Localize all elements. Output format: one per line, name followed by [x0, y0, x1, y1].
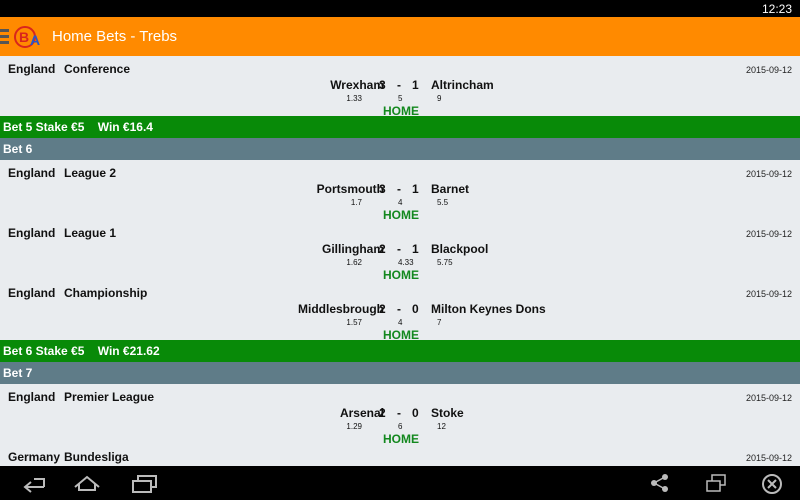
match-row[interactable]: GermanyBundesliga2015-09-12Bayern Munich…	[0, 444, 800, 466]
draw-odds: 4	[398, 318, 403, 327]
app-title: Home Bets - Trebs	[52, 28, 178, 45]
recent-apps-icon[interactable]	[130, 473, 160, 495]
match-result: HOME	[383, 328, 419, 342]
home-icon[interactable]	[72, 473, 102, 493]
match-country: England	[8, 390, 56, 404]
back-icon[interactable]	[20, 473, 48, 493]
draw-odds: 4	[398, 198, 403, 207]
match-date: 2015-09-12	[745, 289, 792, 299]
match-row[interactable]: England Conference 2015-09-12 Wrexham 3-1 Alt…	[0, 56, 800, 118]
home-team: Portsmouth	[316, 182, 384, 196]
match-date: 2015-09-12	[745, 393, 792, 403]
draw-odds: 6	[398, 422, 403, 431]
match-date: 2015-09-12	[745, 169, 792, 179]
match-country: England	[8, 166, 56, 180]
away-score: 1	[412, 242, 419, 256]
svg-text:B: B	[19, 29, 29, 45]
away-team: Altrincham	[431, 78, 494, 92]
home-team: Middlesbrough	[298, 302, 384, 316]
match-country: England	[8, 226, 56, 240]
away-score: 0	[412, 302, 419, 316]
stake-summary: Bet 6 Stake €5 Win €21.62	[0, 340, 800, 362]
match-country: Germany	[8, 450, 61, 464]
match-country: England	[8, 62, 56, 76]
match-row[interactable]: England Championship 2015-09-12 Middlesbrou…	[0, 280, 800, 342]
match-league: Bundesliga	[64, 450, 129, 464]
navigation-bar	[0, 466, 800, 500]
away-odds: 5.5	[437, 198, 449, 207]
match-country: England	[8, 286, 56, 300]
home-team: Wrexham	[330, 78, 384, 92]
home-odds: 1.7	[350, 198, 362, 207]
match-row[interactable]: England League 1 2015-09-12 Gillingham 2-1 Bl…	[0, 220, 800, 282]
home-odds: 1.62	[346, 258, 362, 267]
away-score: 1	[412, 182, 419, 196]
home-score: 2	[379, 242, 386, 256]
score-separator: -	[397, 406, 401, 420]
home-odds: 1.29	[346, 422, 362, 431]
home-score: 2	[379, 406, 386, 420]
status-time: 12:23	[761, 2, 792, 16]
draw-odds: 5	[398, 94, 403, 103]
share-icon[interactable]	[650, 473, 670, 493]
home-team: Gillingham	[321, 242, 384, 256]
match-date: 2015-09-12	[745, 229, 792, 239]
home-score: 3	[379, 78, 386, 92]
draw-odds: 4.33	[398, 258, 414, 267]
stake-summary: Bet 5 Stake €5 Win €16.4	[0, 116, 800, 138]
away-odds: 9	[437, 94, 442, 103]
svg-text:A: A	[30, 32, 40, 48]
match-result: HOME	[383, 104, 419, 118]
away-odds: 7	[437, 318, 442, 327]
away-score: 0	[412, 406, 419, 420]
match-league: Premier League	[64, 390, 155, 404]
match-league: Conference	[64, 62, 131, 76]
bet-header: Bet 6	[0, 138, 800, 160]
away-team: Blackpool	[431, 242, 489, 256]
ba-logo-icon[interactable]: B A	[14, 22, 44, 52]
match-row[interactable]: England League 2 2015-09-12 Portsmouth 3-1 Ba…	[0, 160, 800, 222]
away-team: Milton Keynes Dons	[431, 302, 546, 316]
bet-header: Bet 7	[0, 362, 800, 384]
home-score: 3	[379, 182, 386, 196]
app-bar: B A Home Bets - Trebs	[0, 17, 800, 56]
match-league: League 1	[64, 226, 117, 240]
home-team: Arsenal	[339, 406, 384, 420]
score-separator: -	[397, 242, 401, 256]
close-circle-icon[interactable]	[761, 473, 783, 495]
match-league: League 2	[64, 166, 117, 180]
match-date: 2015-09-12	[745, 65, 792, 75]
home-odds: 1.57	[346, 318, 362, 327]
away-team: Barnet	[431, 182, 470, 196]
hamburger-icon[interactable]	[0, 29, 10, 45]
score-separator: -	[397, 182, 401, 196]
away-team: Stoke	[431, 406, 464, 420]
away-score: 1	[412, 78, 419, 92]
score-separator: -	[397, 78, 401, 92]
home-odds: 1.33	[346, 94, 362, 103]
match-league: Championship	[64, 286, 148, 300]
home-score: 2	[379, 302, 386, 316]
away-odds: 5.75	[437, 258, 453, 267]
status-bar: 12:23	[0, 0, 800, 17]
match-row[interactable]: England Premier League 2015-09-12 Arsenal 2-…	[0, 384, 800, 446]
away-odds: 12	[437, 422, 446, 431]
bets-list[interactable]: England Conference 2015-09-12 Wrexham 3-1 Alt…	[0, 56, 800, 466]
score-separator: -	[397, 302, 401, 316]
window-switch-icon[interactable]	[704, 473, 728, 493]
match-date: 2015-09-12	[745, 453, 792, 463]
